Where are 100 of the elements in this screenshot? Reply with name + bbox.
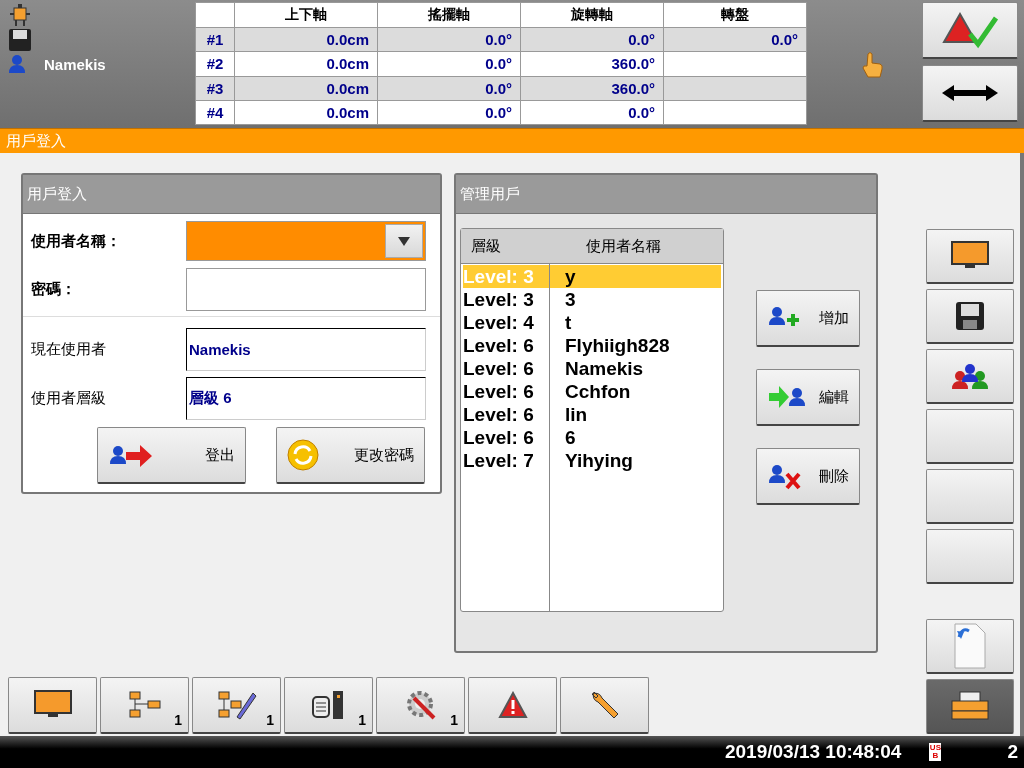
column-header: 上下軸	[234, 2, 378, 28]
user-name-text: Cchfon	[564, 380, 631, 403]
count-label: 1	[174, 712, 182, 728]
side-button[interactable]	[926, 469, 1014, 524]
logout-button[interactable]: 登出	[97, 427, 246, 484]
value-field: Namekis	[186, 328, 426, 371]
status-count: 2	[1007, 741, 1018, 763]
side-button[interactable]	[926, 529, 1014, 584]
toolbar-button[interactable]: 1	[192, 677, 281, 734]
side-button[interactable]	[926, 289, 1014, 344]
level-text: Level: 6	[463, 426, 535, 449]
acknowledge-alarm-button[interactable]	[922, 2, 1018, 59]
table-cell: 360.0°	[520, 51, 664, 76]
table-cell: 0.0°	[520, 100, 664, 125]
page-title-bar: 用戶登入	[0, 128, 1024, 153]
table-cell: 0.0°	[377, 27, 521, 52]
column-header: 轉盤	[663, 2, 807, 28]
row-label: #4	[195, 100, 235, 125]
count-label: 1	[266, 712, 274, 728]
toolbar-button[interactable]: 1	[376, 677, 465, 734]
printer-icon	[950, 691, 990, 721]
warning-check-icon	[940, 10, 1000, 50]
hand-pointer-icon	[860, 50, 884, 78]
field-label: 使用者層級	[31, 389, 107, 408]
column-header: 使用者名稱	[585, 236, 663, 256]
date-time: 2019/03/13 10:48:04	[725, 741, 902, 763]
toolbar-button[interactable]	[468, 677, 557, 734]
table-cell: 0.0°	[377, 51, 521, 76]
field-label: 現在使用者	[31, 340, 107, 359]
toolbar-button[interactable]: 1	[284, 677, 373, 734]
side-button[interactable]	[926, 409, 1014, 464]
level-text: Level: 3	[463, 288, 535, 311]
add-button[interactable]: 增加	[756, 290, 860, 347]
table-cell: 0.0°	[377, 76, 521, 101]
change-password-button[interactable]: 更改密碼	[276, 427, 425, 484]
column-header: 搖擺軸	[377, 2, 521, 28]
level-text: Level: 7	[463, 449, 535, 472]
delete-button[interactable]: 刪除	[756, 448, 860, 505]
monitor-icon	[951, 241, 989, 271]
user-list-row[interactable]: Level: 4 t	[463, 311, 721, 334]
user-list-row[interactable]: Level: 6 Namekis	[463, 357, 721, 380]
table-cell: 0.0cm	[234, 51, 378, 76]
user-name-text: y	[564, 265, 576, 288]
count-label: 1	[358, 712, 366, 728]
side-button[interactable]	[926, 679, 1014, 734]
password-field[interactable]	[186, 267, 426, 311]
table-cell: 0.0°	[520, 27, 664, 52]
document-undo-icon	[954, 623, 986, 669]
level-text: Level: 6	[463, 357, 535, 380]
side-button[interactable]	[926, 229, 1014, 284]
users-icon	[950, 361, 990, 391]
row-label: #2	[195, 51, 235, 76]
user-name-text: Namekis	[564, 357, 644, 380]
table-cell: 0.0°	[663, 27, 807, 52]
level-text: Level: 4	[463, 311, 535, 334]
usb-label: USB	[929, 743, 942, 761]
user-name-text: 3	[564, 288, 576, 311]
robot-arm-icon	[8, 4, 32, 26]
current-user-name: Namekis	[44, 55, 106, 73]
user-list-row[interactable]: Level: 3 3	[463, 288, 721, 311]
user-list-row[interactable]: Level: 6 lin	[463, 403, 721, 426]
refresh-icon	[287, 439, 319, 471]
table-cell: 0.0cm	[234, 27, 378, 52]
side-button[interactable]	[926, 349, 1014, 404]
table-cell: 0.0cm	[234, 100, 378, 125]
level-text: Level: 6	[463, 334, 535, 357]
panel-title: 用戶登入	[23, 175, 440, 214]
count-label: 1	[450, 712, 458, 728]
user-name-text: Flyhiigh828	[564, 334, 670, 357]
user-list-row[interactable]: Level: 7 Yihying	[463, 449, 721, 472]
user-list-row[interactable]: Level: 3 y	[463, 265, 721, 288]
user-list-row[interactable]: Level: 6 Flyhiigh828	[463, 334, 721, 357]
value-field: 層級 6	[186, 377, 426, 420]
toolbar-button[interactable]	[560, 677, 649, 734]
user-list-row[interactable]: Level: 6 Cchfon	[463, 380, 721, 403]
user-name-text: lin	[564, 403, 588, 426]
user-name-text: t	[564, 311, 572, 334]
warning-icon	[497, 691, 528, 719]
double-arrow-icon	[942, 85, 998, 101]
caret-icon	[398, 236, 410, 246]
field-label: 使用者名稱：	[31, 231, 122, 251]
column-header: 旋轉軸	[520, 2, 664, 28]
user-list-row[interactable]: Level: 6 6	[463, 426, 721, 449]
dropdown-button[interactable]	[385, 224, 423, 258]
level-text: Level: 6	[463, 403, 535, 426]
toolbar-button[interactable]: 1	[100, 677, 189, 734]
level-text: Level: 3	[463, 265, 535, 288]
edit-button[interactable]: 編輯	[756, 369, 860, 426]
side-button[interactable]	[926, 619, 1014, 674]
row-label: #1	[195, 27, 235, 52]
toolbar-button[interactable]	[8, 677, 97, 734]
arrows-button[interactable]	[922, 65, 1018, 122]
flowchart-icon	[127, 690, 162, 720]
table-cell: 0.0°	[377, 100, 521, 125]
table-cell: 360.0°	[520, 76, 664, 101]
user-name-text: Yihying	[564, 449, 633, 472]
user-icon	[8, 54, 26, 74]
field-label: 密碼：	[31, 279, 77, 299]
table-cell: 0.0cm	[234, 76, 378, 101]
row-label: #3	[195, 76, 235, 101]
